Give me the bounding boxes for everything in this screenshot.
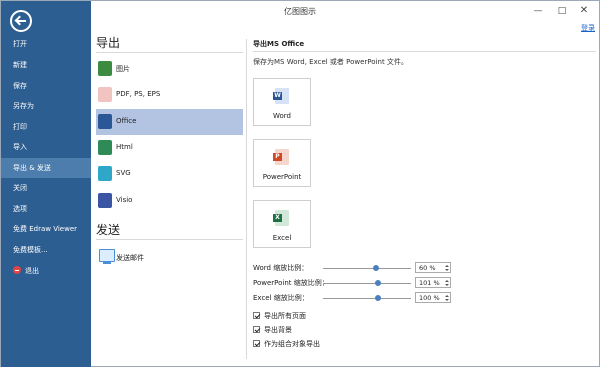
sidebar-item-print[interactable]: 打印 — [1, 117, 91, 137]
office-panel-title: 导出MS Office — [253, 40, 305, 48]
export-powerpoint-label: PowerPoint — [262, 173, 302, 181]
close-button[interactable]: ✕ — [575, 4, 593, 18]
export-item-pdf[interactable]: PDF, PS, EPS — [96, 82, 243, 108]
powerpoint-scale-spinbox[interactable]: 101 % — [415, 277, 451, 288]
export-item-visio[interactable]: Visio — [96, 188, 243, 214]
office-panel-description: 保存为MS Word, Excel 或者 PowerPoint 文件。 — [253, 58, 408, 66]
app-window: 亿图图示 — □ ✕ 登录 打开 新建 保存 另存为 打印 导入 导出 & 发送… — [0, 0, 600, 367]
export-item-image[interactable]: 图片 — [96, 56, 243, 82]
export-section-title: 导出 — [96, 36, 121, 50]
sidebar-item-save[interactable]: 保存 — [1, 76, 91, 96]
export-item-label: Office — [116, 117, 137, 125]
powerpoint-icon: P — [273, 149, 289, 165]
export-list-panel: 导出 图片 PDF, PS, EPS Office Html SVG Visio… — [91, 25, 245, 367]
office-icon — [98, 114, 112, 129]
login-link[interactable]: 登录 — [581, 23, 595, 33]
office-export-panel: 导出MS Office 保存为MS Word, Excel 或者 PowerPo… — [253, 39, 598, 364]
export-word-button[interactable]: W Word — [253, 78, 311, 126]
spin-down-icon[interactable] — [445, 284, 449, 286]
visio-icon — [98, 193, 112, 208]
powerpoint-scale-thumb[interactable] — [374, 280, 381, 286]
excel-scale-spinbox[interactable]: 100 % — [415, 292, 451, 303]
powerpoint-scale-row: PowerPoint 缩放比例： 101 % — [253, 277, 453, 289]
spin-up-icon[interactable] — [445, 280, 449, 282]
export-item-svg[interactable]: SVG — [96, 161, 243, 187]
excel-scale-thumb[interactable] — [374, 295, 381, 301]
sidebar-item-save-as[interactable]: 另存为 — [1, 96, 91, 116]
send-item-email[interactable]: 发送邮件 — [96, 245, 243, 271]
word-scale-label: Word 缩放比例： — [253, 264, 309, 272]
word-scale-thumb[interactable] — [372, 265, 379, 271]
office-panel-divider — [253, 51, 596, 52]
sidebar: 打开 新建 保存 另存为 打印 导入 导出 & 发送 关闭 选项 免费 Edra… — [1, 1, 91, 367]
export-item-label: SVG — [116, 169, 131, 177]
back-button[interactable] — [10, 10, 32, 32]
export-item-office[interactable]: Office — [96, 109, 243, 135]
export-item-label: 图片 — [116, 65, 130, 73]
word-scale-spinbox[interactable]: 60 % — [415, 262, 451, 273]
word-scale-slider[interactable] — [323, 268, 411, 269]
word-icon: W — [273, 88, 289, 104]
powerpoint-scale-slider[interactable] — [323, 283, 411, 284]
sidebar-item-options[interactable]: 选项 — [1, 199, 91, 219]
pdf-icon — [98, 87, 112, 102]
sidebar-item-open[interactable]: 打开 — [1, 34, 91, 54]
send-section-title: 发送 — [96, 223, 121, 237]
export-as-group-checkbox[interactable] — [253, 340, 260, 347]
image-icon — [98, 61, 112, 76]
panel-divider — [246, 39, 247, 359]
sidebar-item-new[interactable]: 新建 — [1, 55, 91, 75]
send-item-label: 发送邮件 — [116, 254, 144, 262]
sidebar-item-export-send[interactable]: 导出 & 发送 — [1, 158, 91, 178]
export-item-label: PDF, PS, EPS — [116, 90, 161, 98]
spin-down-icon[interactable] — [445, 299, 449, 301]
sidebar-item-free-templates[interactable]: 免费模板... — [1, 240, 91, 260]
export-item-label: Html — [116, 143, 133, 151]
export-section-divider — [96, 52, 243, 53]
sidebar-item-exit-label: 退出 — [25, 267, 39, 275]
export-excel-label: Excel — [272, 234, 292, 242]
sidebar-item-import[interactable]: 导入 — [1, 137, 91, 157]
sidebar-item-edraw-viewer[interactable]: 免费 Edraw Viewer — [1, 219, 91, 239]
excel-scale-row: Excel 缩放比例： 100 % — [253, 292, 453, 304]
minimize-button[interactable]: — — [529, 4, 547, 18]
send-mail-icon — [99, 249, 115, 264]
spin-up-icon[interactable] — [445, 265, 449, 267]
excel-scale-slider[interactable] — [323, 298, 411, 299]
excel-icon: X — [273, 210, 289, 226]
exit-icon — [13, 266, 21, 274]
powerpoint-scale-label: PowerPoint 缩放比例： — [253, 279, 329, 287]
export-powerpoint-button[interactable]: P PowerPoint — [253, 139, 311, 187]
svg-icon — [98, 166, 112, 181]
send-section-divider — [96, 239, 243, 240]
maximize-button[interactable]: □ — [553, 4, 571, 18]
export-excel-button[interactable]: X Excel — [253, 200, 311, 248]
export-item-label: Visio — [116, 196, 133, 204]
html-icon — [98, 140, 112, 155]
word-scale-row: Word 缩放比例： 60 % — [253, 262, 453, 274]
spin-down-icon[interactable] — [445, 269, 449, 271]
sidebar-item-close[interactable]: 关闭 — [1, 178, 91, 198]
spin-up-icon[interactable] — [445, 295, 449, 297]
excel-scale-label: Excel 缩放比例： — [253, 294, 309, 302]
export-item-html[interactable]: Html — [96, 135, 243, 161]
export-background-checkbox[interactable] — [253, 326, 260, 333]
sidebar-item-exit[interactable]: 退出 — [1, 261, 91, 281]
export-all-pages-checkbox[interactable] — [253, 312, 260, 319]
export-word-label: Word — [273, 112, 291, 120]
